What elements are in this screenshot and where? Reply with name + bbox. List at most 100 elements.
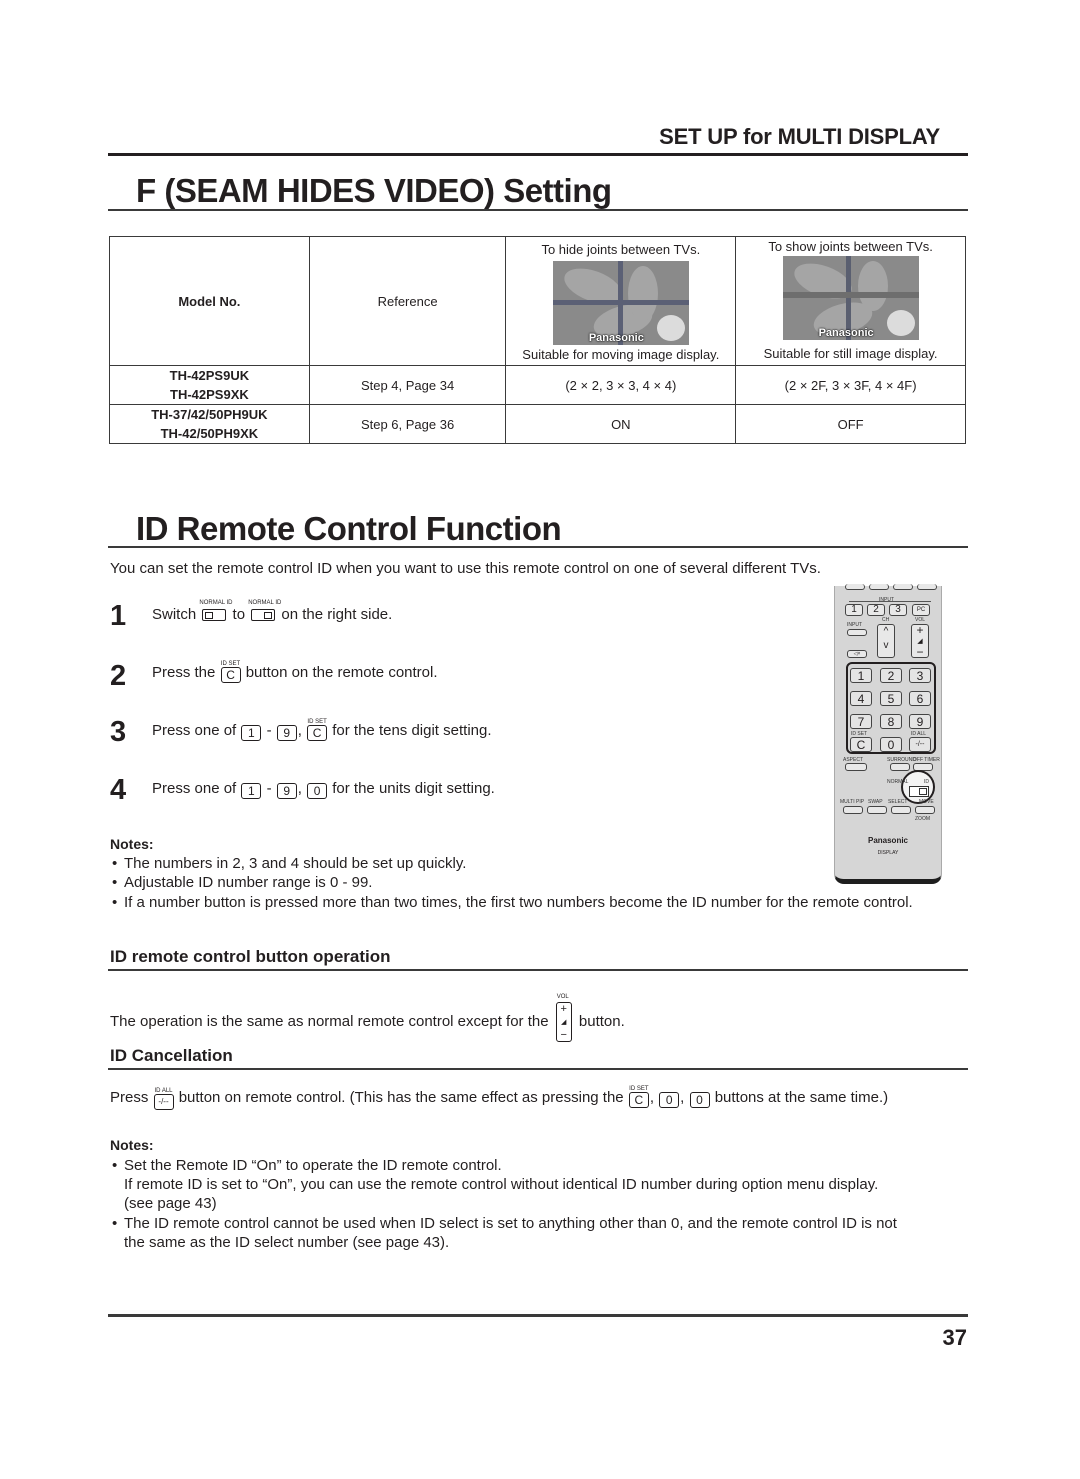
model-number: TH-42PS9UK (169, 368, 250, 383)
table-row: TH-42PS9UK TH-42PS9XK Step 4, Page 34 (2… (109, 365, 966, 405)
notes-title: Notes: (110, 836, 154, 852)
mute-icon: ◁× (853, 651, 861, 657)
header-rule (108, 153, 968, 156)
image-brand-label: Panasonic (818, 327, 874, 339)
input-group-label: INPUT (879, 597, 894, 603)
numpad-key: 2 (880, 668, 902, 683)
seam-title: F (SEAM HIDES VIDEO) Setting (136, 172, 612, 209)
off-value-cell: OFF (735, 404, 966, 444)
step-number: 1 (110, 600, 127, 632)
numpad-key: 5 (880, 691, 902, 706)
reference-cell: Step 4, Page 34 (308, 365, 507, 405)
seam-settings-table: Model No. Reference To hide joints betwe… (109, 236, 966, 444)
header-on-image-cell: To hide joints between TVs. Panasonic Su… (505, 236, 737, 366)
remote-brand-logo: Panasonic (867, 836, 908, 845)
cancellation-title: ID Cancellation (110, 1046, 233, 1065)
id-remote-title: ID Remote Control Function (136, 510, 562, 547)
numpad-key: 0 (880, 737, 902, 752)
note-item: • If a number button is pressed more than… (112, 894, 913, 911)
model-cell: TH-37/42/50PH9UK TH-42/50PH9XK (109, 404, 310, 444)
multi-pip-button (843, 806, 863, 814)
off-caption-top: To show joints between TVs. (768, 239, 933, 254)
id-switch-icon (909, 786, 929, 797)
button-operation-title: ID remote control button operation (110, 947, 391, 966)
header-off-image-cell: To show joints between TVs. Panasonic Su… (735, 236, 966, 366)
swap-button (867, 806, 887, 814)
id-set-key-icon: ID SET C (307, 719, 328, 741)
vol-rocker-icon: VOL + ◢ − (555, 994, 572, 1042)
step-3-text: Press one of 1 - 9, ID SET C for the tens… (152, 719, 492, 741)
volume-rocker: + ◢ − (911, 624, 929, 658)
input-button (847, 629, 867, 636)
move-label: MOVE (919, 799, 934, 805)
note-item: • The ID remote control cannot be used wh… (112, 1215, 897, 1251)
button-operation-rule (108, 969, 968, 971)
on-caption-bottom: Suitable for moving image display. (522, 347, 720, 362)
numpad-key: -/-- (909, 737, 931, 752)
on-value-cell: (2 × 2, 3 × 3, 4 × 4) (505, 365, 737, 405)
id-set-key-icon: ID SET C (220, 661, 241, 683)
numpad-key: 9 (909, 714, 931, 729)
key-0-icon: 0 (307, 783, 328, 799)
remote-display-label: DISPLAY (877, 850, 899, 856)
zoom-label: ZOOM (915, 816, 930, 822)
input-button-label: INPUT (847, 622, 862, 628)
switch-normal-label: NORMAL (887, 779, 909, 785)
seam-title-rule (108, 209, 968, 211)
numpad-key: 3 (909, 668, 931, 683)
key-9-icon: 9 (276, 725, 297, 741)
table-header-row: Model No. Reference To hide joints betwe… (109, 236, 966, 366)
notes-title: Notes: (110, 1137, 154, 1153)
image-brand-label: Panasonic (588, 332, 644, 344)
aspect-button (845, 763, 867, 771)
model-number: TH-42/50PH9XK (160, 426, 259, 441)
key-0-icon: 0 (689, 1092, 710, 1108)
numpad-key: 1 (850, 668, 872, 683)
model-cell: TH-42PS9UK TH-42PS9XK (109, 365, 310, 405)
footer-rule (108, 1314, 968, 1317)
numpad-key: 8 (880, 714, 902, 729)
note-item: • Set the Remote ID “On” to operate the I… (112, 1157, 879, 1212)
table-row: TH-37/42/50PH9UK TH-42/50PH9XK Step 6, P… (109, 404, 966, 444)
step-number: 3 (110, 716, 127, 748)
numpad-key: 6 (909, 691, 931, 706)
intro-text: You can set the remote control ID when y… (110, 560, 821, 577)
numpad-key: 4 (850, 691, 872, 706)
hidden-joints-image: Panasonic (552, 261, 689, 345)
off-caption-bottom: Suitable for still image display. (763, 346, 938, 361)
swap-label: SWAP (868, 799, 883, 805)
id-set-key-icon: ID SET C (628, 1086, 649, 1108)
key-1-icon: 1 (241, 783, 262, 799)
step-2-text: Press the ID SET C button on the remote c… (152, 661, 438, 683)
multi-pip-label: MULTI PIP (840, 799, 865, 805)
step-4-text: Press one of 1 - 9, 0 for the units digi… (152, 780, 495, 799)
reference-cell: Step 6, Page 36 (308, 404, 507, 444)
input-2-button: 2 (867, 604, 885, 616)
id-remote-title-rule (108, 546, 968, 548)
note-item: • Adjustable ID number range is 0 - 99. (112, 874, 373, 891)
switch-id-icon: NORMAL ID (248, 600, 281, 621)
model-number: TH-37/42/50PH9UK (151, 407, 268, 422)
cancellation-text: Press ID ALL -/-- button on remote contro… (110, 1086, 888, 1110)
step-1-text: Switch NORMAL ID to NORMAL ID on the rig… (152, 600, 393, 623)
move-button (915, 806, 935, 814)
button-operation-text: The operation is the same as normal remo… (110, 994, 625, 1042)
step-number: 2 (110, 660, 127, 692)
key-0-icon: 0 (659, 1092, 680, 1108)
step-number: 4 (110, 774, 127, 806)
input-1-button: 1 (845, 604, 863, 616)
model-number: TH-42PS9XK (170, 387, 249, 402)
remote-control-illustration: INPUT 1 2 3 PC INPUT CH ^ v VOL + ◢ − ◁×… (834, 584, 942, 884)
id-all-key-icon: ID ALL -/-- (153, 1088, 174, 1110)
on-value-cell: ON (505, 404, 737, 444)
key-9-icon: 9 (276, 783, 297, 799)
input-3-button: 3 (889, 604, 907, 616)
cancellation-rule (108, 1068, 968, 1070)
switch-normal-icon: NORMAL ID (199, 600, 232, 621)
input-pc-button: PC (912, 604, 930, 616)
key-1-icon: 1 (241, 725, 262, 741)
surround-button (890, 763, 910, 771)
off-value-cell: (2 × 2F, 3 × 3F, 4 × 4F) (735, 365, 966, 405)
note-item: • The numbers in 2, 3 and 4 should be set… (112, 855, 467, 872)
header-model: Model No. (109, 236, 310, 366)
